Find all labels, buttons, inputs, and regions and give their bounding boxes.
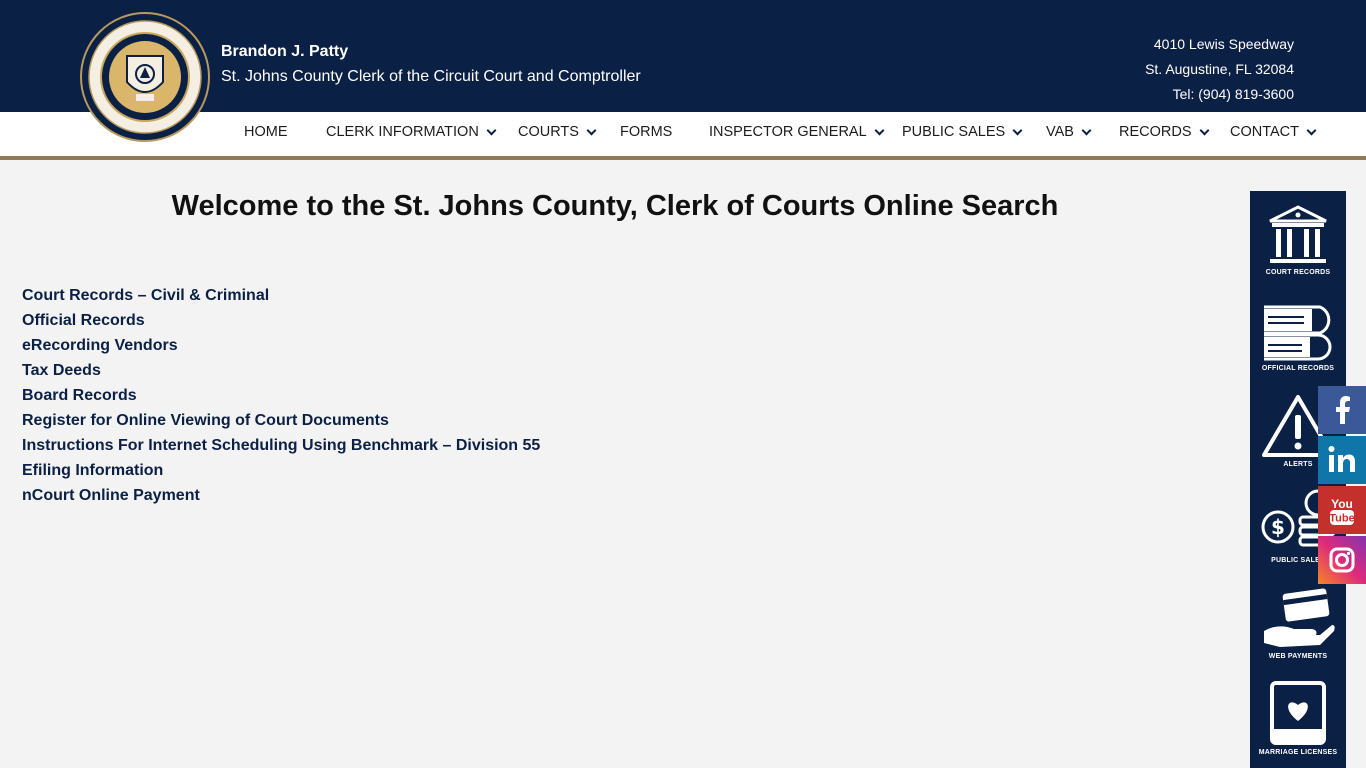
quick-link-label: MARRIAGE LICENSES xyxy=(1258,749,1338,756)
chevron-down-icon xyxy=(586,125,597,135)
chevron-down-icon xyxy=(1199,125,1209,135)
quick-link-court-records[interactable]: COURT RECORDS xyxy=(1250,191,1346,287)
chevron-down-icon xyxy=(1081,125,1092,135)
link-board-records[interactable]: Board Records xyxy=(22,383,540,408)
instagram-link[interactable] xyxy=(1318,536,1366,584)
youtube-text-you: You xyxy=(1331,497,1353,511)
nav-label: PUBLIC SALES xyxy=(902,124,1006,140)
nav-inspector-general[interactable]: INSPECTOR GENERAL xyxy=(709,124,885,140)
page-title: Welcome to the St. Johns County, Clerk o… xyxy=(171,190,1059,222)
nav-divider xyxy=(0,156,1366,160)
courthouse-icon xyxy=(1269,205,1327,263)
official-title[interactable]: St. Johns County Clerk of the Circuit Co… xyxy=(221,67,641,87)
nav-clerk-information[interactable]: CLERK INFORMATION xyxy=(326,124,497,140)
nav-label: HOME xyxy=(244,124,288,140)
link-tax-deeds[interactable]: Tax Deeds xyxy=(22,358,540,383)
quick-link-official-records[interactable]: OFFICIAL RECORDS xyxy=(1250,287,1346,383)
header-brand: Brandon J. Patty St. Johns County Clerk … xyxy=(221,42,641,87)
link-register-online-viewing[interactable]: Register for Online Viewing of Court Doc… xyxy=(22,408,540,433)
chevron-down-icon xyxy=(486,125,497,135)
header-address: 4010 Lewis Speedway St. Augustine, FL 32… xyxy=(1145,32,1294,107)
nav-label: RECORDS xyxy=(1119,124,1192,140)
link-benchmark-scheduling[interactable]: Instructions For Internet Scheduling Usi… xyxy=(22,433,540,458)
nav-label: VAB xyxy=(1046,124,1074,140)
link-court-records[interactable]: Court Records – Civil & Criminal xyxy=(22,283,540,308)
link-efiling-information[interactable]: Efiling Information xyxy=(22,458,540,483)
nav-label: INSPECTOR GENERAL xyxy=(709,124,867,140)
nav-home[interactable]: HOME xyxy=(244,124,288,140)
quick-link-label: COURT RECORDS xyxy=(1265,269,1331,276)
facebook-icon xyxy=(1318,386,1366,434)
nav-label: CLERK INFORMATION xyxy=(326,124,479,140)
card-in-hand-icon xyxy=(1264,588,1335,647)
books-icon xyxy=(1264,305,1332,361)
quick-link-marriage-licenses[interactable]: MARRIAGE LICENSES xyxy=(1250,671,1346,767)
nav-label: FORMS xyxy=(620,124,673,140)
nav-forms[interactable]: FORMS xyxy=(620,124,672,140)
chevron-down-icon xyxy=(1012,125,1023,135)
svg-text:$: $ xyxy=(1271,515,1285,539)
link-ncourt-payment[interactable]: nCourt Online Payment xyxy=(22,483,540,508)
quick-link-label: OFFICIAL RECORDS xyxy=(1261,365,1335,372)
chevron-down-icon xyxy=(874,125,885,135)
county-seal-logo[interactable] xyxy=(80,12,210,142)
instagram-icon xyxy=(1318,536,1366,584)
nav-label: CONTACT xyxy=(1230,124,1300,140)
nav-vab[interactable]: VAB xyxy=(1046,124,1092,140)
nav-label: COURTS xyxy=(518,124,579,140)
link-official-records[interactable]: Official Records xyxy=(22,308,540,333)
youtube-icon: You Tube xyxy=(1318,486,1366,534)
phone-number[interactable]: Tel: (904) 819-3600 xyxy=(1145,82,1294,107)
quick-link-web-payments[interactable]: WEB PAYMENTS xyxy=(1250,575,1346,671)
nav-records[interactable]: RECORDS xyxy=(1119,124,1209,140)
address-line-1: 4010 Lewis Speedway xyxy=(1153,36,1294,52)
facebook-link[interactable] xyxy=(1318,386,1366,434)
youtube-text-tube: Tube xyxy=(1329,513,1354,525)
nav-public-sales[interactable]: PUBLIC SALES xyxy=(902,124,1023,140)
heart-document-icon xyxy=(1270,681,1326,745)
youtube-link[interactable]: You Tube xyxy=(1318,486,1366,534)
linkedin-link[interactable] xyxy=(1318,436,1366,484)
nav-courts[interactable]: COURTS xyxy=(518,124,597,140)
linkedin-icon xyxy=(1318,436,1366,484)
chevron-down-icon xyxy=(1306,125,1317,135)
address-line-2: St. Augustine, FL 32084 xyxy=(1145,61,1294,77)
link-erecording-vendors[interactable]: eRecording Vendors xyxy=(22,333,540,358)
search-links-list: Court Records – Civil & Criminal Officia… xyxy=(22,283,540,508)
quick-link-label: WEB PAYMENTS xyxy=(1268,653,1328,660)
nav-contact[interactable]: CONTACT xyxy=(1230,124,1317,140)
official-name[interactable]: Brandon J. Patty xyxy=(221,42,641,62)
